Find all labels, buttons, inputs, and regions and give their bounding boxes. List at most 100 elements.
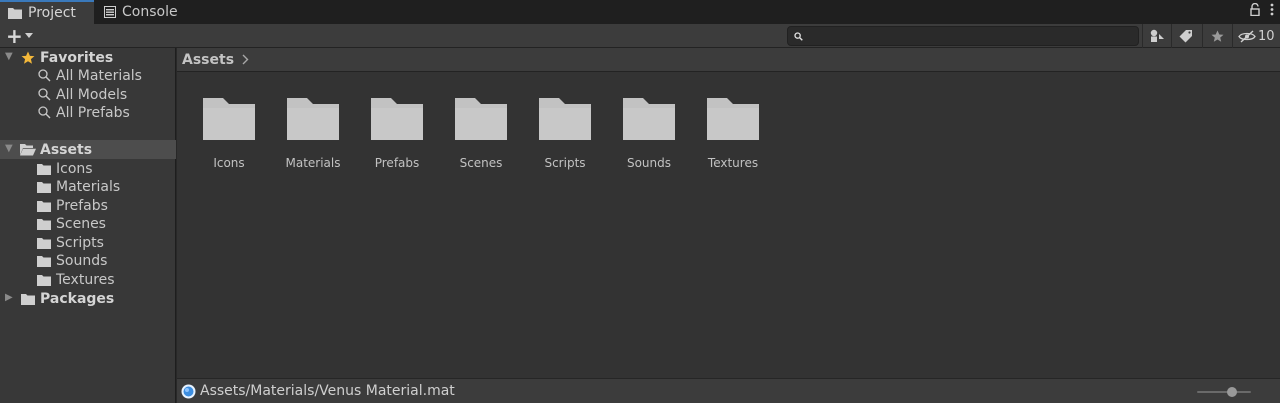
folder-icon (539, 98, 591, 140)
breadcrumb-assets[interactable]: Assets (182, 52, 234, 68)
search-by-type-button[interactable] (1142, 24, 1171, 48)
tree-item-all-materials[interactable]: All Materials (0, 66, 176, 85)
tree-item-label: All Prefabs (56, 104, 130, 121)
window-tab-bar: Project Console (0, 0, 1280, 24)
expand-right-icon[interactable]: ▶ (5, 293, 15, 303)
tree-folder-label: Materials (56, 178, 121, 195)
folder-icon (36, 217, 52, 231)
hidden-count-label: 10 (1258, 28, 1275, 44)
tab-bar-controls (1250, 3, 1274, 16)
more-options-icon[interactable] (1270, 3, 1274, 16)
material-sphere-icon (181, 384, 196, 398)
folder-icon (623, 98, 675, 140)
folder-icon (371, 98, 423, 140)
tree-item-all-models[interactable]: All Models (0, 85, 176, 104)
search-icon (36, 69, 52, 83)
tab-console-label: Console (122, 4, 178, 20)
tree-folder-prefabs[interactable]: Prefabs (0, 196, 176, 215)
tree-folder-textures[interactable]: Textures (0, 270, 176, 289)
grid-folder-label: Materials (285, 156, 341, 170)
tree-folder-label: Scenes (56, 215, 106, 232)
folder-icon (455, 98, 507, 140)
grid-folder-sounds[interactable]: Sounds (607, 96, 691, 176)
tree-folder-sounds[interactable]: Sounds (0, 251, 176, 270)
tree-folder-label: Icons (56, 160, 93, 177)
folder-icon (36, 162, 52, 176)
hidden-packages-toggle[interactable]: 10 (1232, 24, 1280, 48)
grid-folder-icons[interactable]: Icons (187, 96, 271, 176)
chevron-down-icon (24, 33, 33, 38)
project-toolbar: + 10 (0, 24, 1280, 48)
folder-icon (36, 254, 52, 268)
search-icon (794, 31, 803, 41)
folder-icon (203, 98, 255, 140)
tree-assets[interactable]: ▼ Assets (0, 140, 176, 159)
grid-folder-label: Icons (213, 156, 245, 170)
grid-folder-label: Scripts (544, 156, 586, 170)
tab-console[interactable]: Console (96, 0, 206, 24)
grid-folder-label: Textures (707, 156, 759, 170)
tree-packages-label: Packages (40, 290, 115, 307)
breadcrumb: Assets (177, 48, 1280, 72)
folder-tree-panel: ▼ Favorites All Materials All Models All… (0, 48, 176, 403)
grid-folder-label: Prefabs (374, 156, 420, 170)
eye-hidden-icon (1238, 29, 1256, 43)
plus-icon: + (6, 24, 23, 48)
asset-grid: Icons Materials Prefabs Scenes Scripts S… (177, 72, 1280, 378)
chevron-right-icon (242, 54, 249, 65)
save-search-button[interactable] (1202, 24, 1231, 48)
search-icon (36, 106, 52, 120)
grid-folder-scripts[interactable]: Scripts (523, 96, 607, 176)
tree-folder-scripts[interactable]: Scripts (0, 233, 176, 252)
icon-size-slider[interactable] (1197, 387, 1251, 397)
tree-folder-label: Sounds (56, 252, 108, 269)
tree-item-all-prefabs[interactable]: All Prefabs (0, 103, 176, 122)
tree-folder-label: Scripts (56, 234, 104, 251)
search-icon (36, 88, 52, 102)
tree-packages[interactable]: ▶ Packages (0, 289, 176, 308)
expand-down-icon[interactable]: ▼ (5, 52, 15, 62)
grid-folder-label: Scenes (459, 156, 503, 170)
folder-icon (36, 199, 52, 213)
grid-folder-textures[interactable]: Textures (691, 96, 775, 176)
tree-folder-label: Textures (56, 271, 115, 288)
selected-asset-path: Assets/Materials/Venus Material.mat (200, 383, 455, 399)
tree-favorites-label: Favorites (40, 49, 114, 66)
create-button[interactable]: + (6, 26, 40, 46)
asset-browser-panel: Assets Icons Materials Prefabs Scenes Sc… (177, 48, 1280, 403)
search-by-type-icon (1150, 29, 1164, 42)
tree-item-label: All Models (56, 86, 128, 103)
folder-icon (36, 273, 52, 287)
slider-handle[interactable] (1227, 387, 1237, 397)
search-input[interactable] (809, 29, 1129, 43)
star-icon (20, 51, 36, 65)
lock-icon[interactable] (1250, 3, 1260, 16)
tab-project-label: Project (28, 5, 76, 21)
console-icon (104, 6, 116, 18)
search-field[interactable] (787, 26, 1139, 46)
tree-assets-label: Assets (40, 141, 93, 158)
folder-icon (707, 98, 759, 140)
folder-icon (36, 180, 52, 194)
tree-favorites[interactable]: ▼ Favorites (0, 48, 176, 67)
folder-open-icon (20, 143, 36, 157)
tree-folder-scenes[interactable]: Scenes (0, 214, 176, 233)
folder-icon (20, 292, 36, 306)
slider-track (1197, 391, 1251, 393)
tree-item-label: All Materials (56, 67, 142, 84)
folder-icon (287, 98, 339, 140)
folder-icon (8, 8, 22, 19)
expand-down-icon[interactable]: ▼ (5, 144, 15, 154)
tree-folder-icons[interactable]: Icons (0, 159, 176, 178)
grid-folder-materials[interactable]: Materials (271, 96, 355, 176)
grid-folder-prefabs[interactable]: Prefabs (355, 96, 439, 176)
tree-folder-label: Prefabs (56, 197, 108, 214)
tag-icon (1179, 30, 1192, 43)
tab-project[interactable]: Project (0, 0, 94, 24)
star-icon (1211, 30, 1223, 42)
folder-icon (36, 236, 52, 250)
search-by-label-button[interactable] (1171, 24, 1200, 48)
status-bar: Assets/Materials/Venus Material.mat (177, 378, 1280, 403)
grid-folder-scenes[interactable]: Scenes (439, 96, 523, 176)
tree-folder-materials[interactable]: Materials (0, 177, 176, 196)
